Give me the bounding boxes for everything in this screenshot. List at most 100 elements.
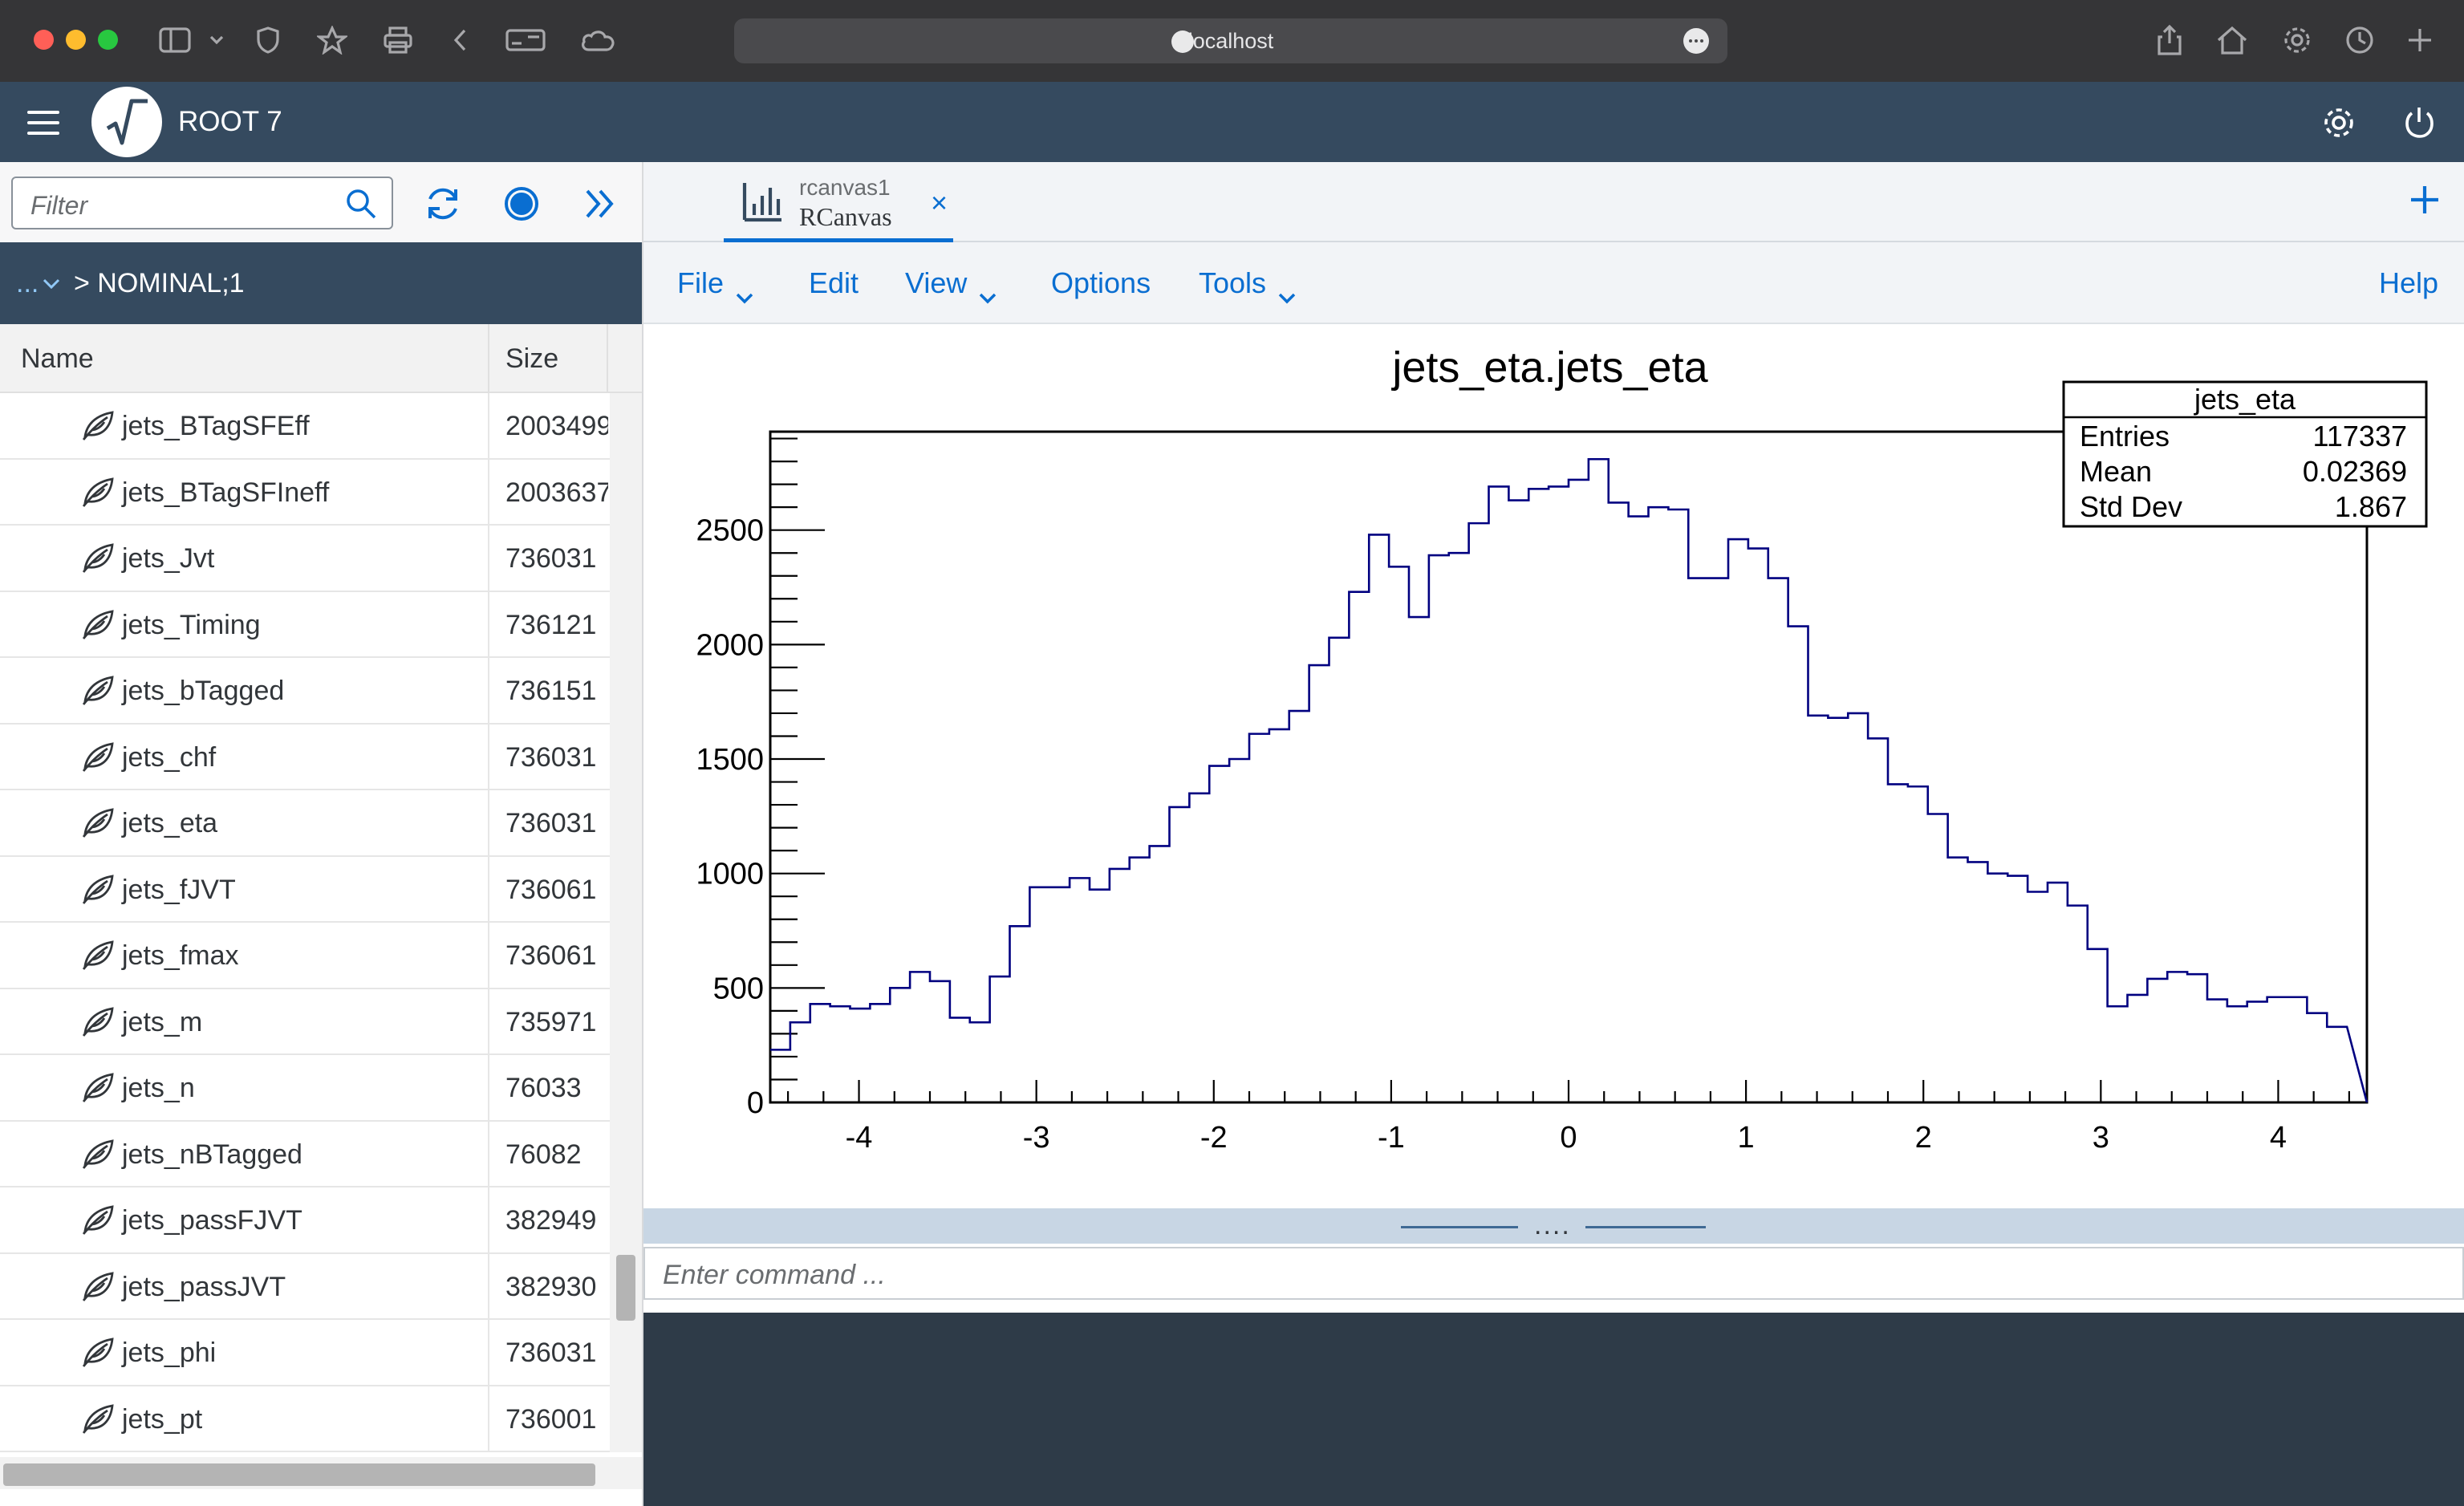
column-header-name[interactable]: Name <box>21 343 94 375</box>
privacy-shield-icon[interactable] <box>254 22 282 58</box>
command-input[interactable]: Enter command ... <box>643 1247 2464 1300</box>
horizontal-scrollbar-thumb[interactable] <box>3 1463 595 1486</box>
tab-subtitle: rcanvas1 <box>799 175 891 200</box>
maximize-window-button[interactable] <box>98 30 118 50</box>
y-tick-label: 2000 <box>696 628 764 662</box>
menu-view[interactable]: View <box>905 266 997 304</box>
app-header: ROOT 7 <box>0 82 2464 162</box>
menu-help[interactable]: Help <box>2379 266 2438 300</box>
table-row[interactable]: jets_nBTagged 76082 <box>0 1121 610 1187</box>
leaf-icon <box>80 806 116 838</box>
chevron-down-icon[interactable] <box>205 22 228 58</box>
column-header-size[interactable]: Size <box>505 343 558 375</box>
menu-edit[interactable]: Edit <box>809 266 859 300</box>
leaf-icon <box>80 1138 116 1170</box>
share-icon[interactable] <box>2153 22 2186 58</box>
vertical-scrollbar-thumb[interactable] <box>616 1255 635 1321</box>
breadcrumb-path[interactable]: > NOMINAL;1 <box>74 268 245 299</box>
tab-rcanvas[interactable]: rcanvas1 RCanvas × <box>724 162 953 242</box>
menu-help-label: Help <box>2378 266 2438 299</box>
chevron-down-icon[interactable] <box>42 278 61 290</box>
hamburger-menu-icon[interactable] <box>27 111 59 135</box>
table-row[interactable]: jets_n 76033 <box>0 1055 610 1122</box>
row-name: jets_m <box>122 1006 203 1037</box>
y-tick-label: 2500 <box>696 514 764 548</box>
chart-title: jets_eta.jets_eta <box>1390 343 1708 392</box>
row-name: jets_pt <box>122 1403 203 1435</box>
table-row[interactable]: jets_eta 736031 <box>0 790 610 857</box>
column-divider <box>488 1320 489 1385</box>
table-header: Name Size <box>0 324 642 393</box>
table-row[interactable]: jets_fmax 736061 <box>0 923 610 989</box>
table-row[interactable]: jets_BTagSFIneff 2003637 <box>0 459 610 526</box>
settings-gear-icon[interactable] <box>2320 104 2357 141</box>
column-divider <box>488 1187 489 1252</box>
column-divider <box>488 790 489 855</box>
row-size: 736121 <box>505 609 597 640</box>
search-icon[interactable] <box>345 188 377 220</box>
canvas-panel: rcanvas1 RCanvas × File Edit View Option… <box>643 162 2464 1506</box>
column-divider <box>488 459 489 524</box>
file-list: jets_BTagSFEff 2003499 jets_BTagSFIneff 200… <box>0 393 610 1452</box>
row-size: 736061 <box>505 874 597 905</box>
table-row[interactable]: jets_passJVT 382930 <box>0 1253 610 1320</box>
print-icon[interactable] <box>380 22 416 58</box>
row-name: jets_Timing <box>122 609 261 640</box>
splitter-grip[interactable]: .... <box>1534 1210 1571 1241</box>
breadcrumb-dropdown[interactable]: ... <box>16 268 39 299</box>
table-row[interactable]: jets_phi 736031 <box>0 1320 610 1386</box>
panel-splitter[interactable]: .... <box>643 1208 2464 1244</box>
column-divider[interactable] <box>488 324 489 393</box>
expand-double-chevron-icon[interactable] <box>579 183 621 225</box>
row-name: jets_passJVT <box>122 1271 286 1302</box>
reader-icon[interactable] <box>504 22 547 58</box>
history-clock-icon[interactable] <box>2343 22 2377 58</box>
back-icon[interactable] <box>449 22 472 58</box>
sidebar-toggle-icon[interactable] <box>157 22 193 58</box>
column-divider <box>488 856 489 921</box>
cloud-icon[interactable] <box>578 22 618 58</box>
menu-tools[interactable]: Tools <box>1199 266 1297 304</box>
histogram-chart[interactable]: jets_eta.jets_eta 0 500 1000 1500 2000 2500 -4 -… <box>643 326 2464 1208</box>
splitter-line <box>1585 1226 1706 1228</box>
filter-input[interactable]: Filter <box>11 177 393 229</box>
address-bar[interactable]: localhost <box>734 18 1727 63</box>
table-row[interactable]: jets_pt 736001 <box>0 1386 610 1452</box>
table-row[interactable]: jets_bTagged 736151 <box>0 658 610 725</box>
column-divider[interactable] <box>607 324 608 393</box>
table-row[interactable]: jets_fJVT 736061 <box>0 856 610 923</box>
power-icon[interactable] <box>2401 104 2438 141</box>
x-tick-label: 3 <box>2093 1121 2109 1155</box>
home-icon[interactable] <box>2214 22 2250 58</box>
row-name: jets_eta <box>122 808 218 838</box>
horizontal-scrollbar[interactable] <box>0 1457 642 1489</box>
menu-file[interactable]: File <box>677 266 754 304</box>
table-row[interactable]: jets_BTagSFEff 2003499 <box>0 393 610 460</box>
stats-value: 0.02369 <box>2303 455 2407 488</box>
new-tab-icon[interactable] <box>2404 22 2436 58</box>
settings-gear-icon[interactable] <box>2280 22 2314 58</box>
page-menu-icon[interactable] <box>1683 28 1709 54</box>
table-row[interactable]: jets_passFJVT 382949 <box>0 1187 610 1254</box>
row-name: jets_BTagSFIneff <box>122 477 330 508</box>
close-window-button[interactable] <box>34 30 54 50</box>
table-row[interactable]: jets_Jvt 736031 <box>0 526 610 592</box>
menu-options[interactable]: Options <box>1051 266 1151 300</box>
minimize-window-button[interactable] <box>66 30 86 50</box>
tab-title: RCanvas <box>799 202 892 231</box>
vertical-scrollbar[interactable] <box>610 393 642 1452</box>
row-size: 76082 <box>505 1139 582 1170</box>
row-name: jets_chf <box>122 741 217 773</box>
bookmark-star-icon[interactable] <box>315 22 350 58</box>
refresh-icon[interactable] <box>422 183 464 225</box>
table-row[interactable]: jets_Timing 736121 <box>0 591 610 658</box>
url-text: localhost <box>1187 29 1274 53</box>
close-tab-icon[interactable]: × <box>931 186 948 220</box>
record-icon[interactable] <box>501 183 542 225</box>
add-tab-icon[interactable] <box>2406 181 2443 218</box>
row-name: jets_fmax <box>122 940 239 971</box>
row-name: jets_n <box>122 1073 195 1103</box>
table-row[interactable]: jets_m 735971 <box>0 988 610 1055</box>
filter-toolbar: Filter <box>0 162 642 242</box>
table-row[interactable]: jets_chf 736031 <box>0 724 610 790</box>
